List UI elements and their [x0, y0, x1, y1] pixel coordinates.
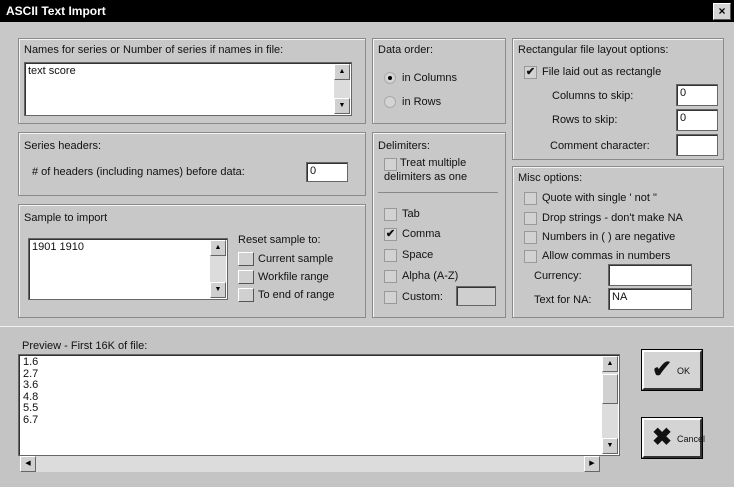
sample-label: Sample to import: [24, 212, 108, 224]
workfile-range-button[interactable]: [238, 270, 254, 284]
current-sample-label[interactable]: Current sample: [258, 253, 333, 265]
preview-label: Preview - First 16K of file:: [22, 340, 148, 352]
ascii-text-import-dialog: ASCII Text Import × Names for series or …: [0, 0, 734, 487]
end-of-range-label[interactable]: To end of range: [258, 289, 334, 301]
drop-strings-label[interactable]: Drop strings - don't make NA: [542, 212, 683, 224]
in-columns-label[interactable]: in Columns: [402, 72, 457, 84]
treat-multiple-label-2[interactable]: delimiters as one: [384, 171, 467, 183]
preview-horizontal-scrollbar[interactable]: ◀ ▶: [20, 456, 600, 472]
alpha-checkbox[interactable]: [384, 270, 397, 283]
custom-label[interactable]: Custom:: [402, 291, 443, 303]
sample-value: 1901 1910: [32, 241, 84, 253]
comma-label[interactable]: Comma: [402, 228, 441, 240]
in-rows-radio[interactable]: [384, 96, 396, 108]
allow-commas-checkbox[interactable]: [524, 250, 537, 263]
current-sample-button[interactable]: [238, 252, 254, 266]
names-scrollbar[interactable]: ▲ ▼: [334, 64, 350, 114]
in-rows-label[interactable]: in Rows: [402, 96, 441, 108]
checkmark-icon: ✔: [652, 356, 673, 383]
series-headers-label: Series headers:: [24, 140, 102, 152]
scroll-thumb[interactable]: [602, 374, 618, 404]
currency-label: Currency:: [534, 270, 582, 282]
scroll-down-icon[interactable]: ▼: [210, 282, 226, 298]
treat-multiple-checkbox[interactable]: [384, 158, 397, 171]
currency-input[interactable]: [608, 264, 692, 286]
workfile-range-label[interactable]: Workfile range: [258, 271, 329, 283]
sample-textarea[interactable]: 1901 1910: [28, 238, 228, 300]
comma-checkbox[interactable]: ✔: [384, 228, 397, 241]
in-columns-radio[interactable]: [384, 72, 396, 84]
preview-textarea[interactable]: 1.6 2.7 3.6 4.8 5.5 6.7: [18, 354, 620, 456]
comment-char-input[interactable]: [676, 134, 718, 156]
columns-to-skip-input[interactable]: 0: [676, 84, 718, 106]
tab-checkbox[interactable]: [384, 208, 397, 221]
end-of-range-button[interactable]: [238, 288, 254, 302]
reset-sample-label: Reset sample to:: [238, 234, 321, 246]
headers-count-label: # of headers (including names) before da…: [32, 166, 245, 178]
cancel-label: Cancel: [677, 434, 706, 444]
delimiters-divider: [378, 192, 498, 193]
preview-vertical-scrollbar[interactable]: ▲ ▼: [602, 356, 618, 454]
text-for-na-input[interactable]: NA: [608, 288, 692, 310]
ok-label: OK: [677, 366, 691, 376]
misc-options-label: Misc options:: [518, 172, 583, 184]
cancel-button[interactable]: ✖ Cancel: [641, 417, 706, 459]
ok-button[interactable]: ✔ OK: [641, 349, 703, 391]
preview-line: 3.6: [23, 379, 39, 392]
delimiters-label: Delimiters:: [378, 140, 430, 152]
treat-multiple-label[interactable]: Treat multiple: [400, 157, 466, 169]
preview-line: 6.7: [23, 413, 39, 426]
numbers-negative-checkbox[interactable]: [524, 231, 537, 244]
quote-single-label[interactable]: Quote with single ' not ": [542, 192, 657, 204]
names-label: Names for series or Number of series if …: [24, 44, 284, 56]
custom-checkbox[interactable]: [384, 291, 397, 304]
title-bar: ASCII Text Import ×: [0, 0, 734, 22]
file-laid-out-checkbox[interactable]: ✔: [524, 66, 537, 79]
rows-to-skip-label: Rows to skip:: [552, 114, 618, 126]
columns-to-skip-label: Columns to skip:: [552, 90, 634, 102]
scroll-down-icon[interactable]: ▼: [602, 438, 618, 454]
custom-delimiter-input[interactable]: [456, 286, 496, 306]
data-order-label: Data order:: [378, 44, 434, 56]
file-laid-out-label[interactable]: File laid out as rectangle: [542, 66, 661, 78]
space-label[interactable]: Space: [402, 249, 433, 261]
text-for-na-label: Text for NA:: [534, 294, 592, 306]
names-textarea[interactable]: text score: [24, 62, 352, 116]
rows-to-skip-input[interactable]: 0: [676, 109, 718, 131]
rect-layout-label: Rectangular file layout options:: [518, 44, 669, 56]
scroll-up-icon[interactable]: ▲: [210, 240, 226, 256]
preview-line: 1.6: [23, 356, 39, 368]
scroll-up-icon[interactable]: ▲: [602, 356, 618, 372]
close-icon[interactable]: ×: [713, 3, 731, 20]
preview-line: 4.8: [23, 390, 39, 403]
tab-label[interactable]: Tab: [402, 208, 420, 220]
space-checkbox[interactable]: [384, 249, 397, 262]
drop-strings-checkbox[interactable]: [524, 212, 537, 225]
window-title: ASCII Text Import: [6, 4, 106, 18]
names-value: text score: [28, 65, 76, 77]
headers-count-input[interactable]: 0: [306, 162, 348, 182]
scroll-up-icon[interactable]: ▲: [334, 64, 350, 80]
allow-commas-label[interactable]: Allow commas in numbers: [542, 250, 670, 262]
preview-line: 5.5: [23, 402, 39, 415]
scroll-right-icon[interactable]: ▶: [584, 456, 600, 472]
preview-line: 2.7: [23, 367, 39, 380]
sample-scrollbar[interactable]: ▲ ▼: [210, 240, 226, 298]
scroll-left-icon[interactable]: ◀: [20, 456, 36, 472]
numbers-negative-label[interactable]: Numbers in ( ) are negative: [542, 231, 675, 243]
scroll-down-icon[interactable]: ▼: [334, 98, 350, 114]
comment-char-label: Comment character:: [550, 140, 650, 152]
quote-single-checkbox[interactable]: [524, 192, 537, 205]
alpha-label[interactable]: Alpha (A-Z): [402, 270, 458, 282]
x-mark-icon: ✖: [652, 424, 673, 451]
